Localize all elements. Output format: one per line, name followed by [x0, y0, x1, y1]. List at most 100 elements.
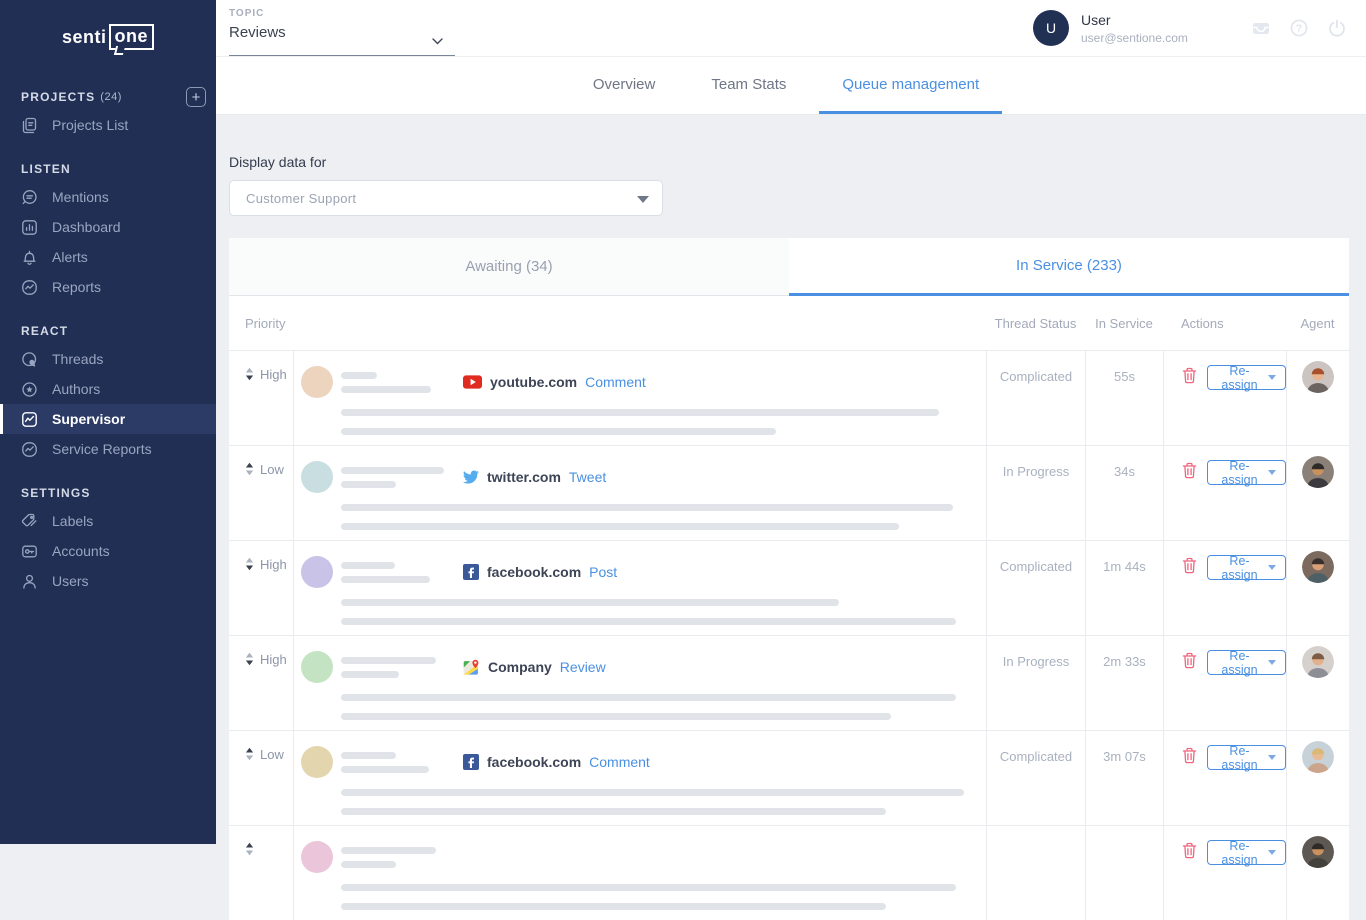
sidebar-item-label: Mentions: [52, 189, 109, 205]
redacted-name-placeholder: [341, 562, 463, 583]
sidebar-item-alerts[interactable]: Alerts: [0, 242, 216, 272]
column-actions: Actions: [1163, 316, 1286, 331]
customer-avatar: [301, 746, 333, 778]
table-row: Low twitter.com Tweet In Progress 34s Re…: [229, 445, 1349, 540]
delete-button[interactable]: [1182, 365, 1197, 387]
youtube-icon: [463, 375, 482, 389]
user-name: User: [1081, 10, 1188, 28]
thread-status: Complicated: [986, 351, 1085, 445]
tab-awaiting[interactable]: Awaiting (34): [229, 238, 789, 296]
chevron-down-icon: [432, 38, 443, 45]
agent-avatar[interactable]: [1302, 646, 1334, 678]
help-icon[interactable]: ?: [1289, 18, 1309, 43]
customer-avatar: [301, 651, 333, 683]
topic-label: TOPIC: [229, 8, 455, 19]
source-type-link[interactable]: Comment: [589, 754, 650, 770]
tab-queue-management[interactable]: Queue management: [819, 57, 1002, 114]
maps-icon: [463, 659, 480, 676]
priority-arrows-icon[interactable]: [245, 556, 254, 572]
thread-status: In Progress: [986, 446, 1085, 540]
sidebar-item-supervisor[interactable]: Supervisor: [0, 404, 216, 434]
inbox-icon[interactable]: [1251, 18, 1271, 43]
topbar: TOPIC Reviews U User user@sentione.com ?: [216, 0, 1366, 57]
tab-in-service[interactable]: In Service (233): [789, 238, 1349, 296]
power-icon[interactable]: [1327, 18, 1347, 43]
source-site: twitter.com: [487, 469, 561, 485]
svg-text:?: ?: [1296, 23, 1302, 35]
source-type-link[interactable]: Tweet: [569, 469, 606, 485]
threads-icon: [21, 351, 38, 368]
queue-rows: High youtube.com Comment Complicated 55s…: [229, 350, 1349, 920]
sidebar-item-mentions[interactable]: Mentions: [0, 182, 216, 212]
customer-avatar: [301, 556, 333, 588]
sidebar-item-label: Projects List: [52, 117, 128, 133]
sidebar-item-labels[interactable]: Labels: [0, 506, 216, 536]
priority-arrows-icon[interactable]: [245, 746, 254, 762]
reassign-button[interactable]: Re-assign: [1207, 460, 1286, 485]
agent-avatar[interactable]: [1302, 551, 1334, 583]
tab-team-stats[interactable]: Team Stats: [688, 57, 809, 114]
delete-button[interactable]: [1182, 745, 1197, 767]
sidebar-item-label: Users: [52, 573, 89, 589]
service-reports-icon: [21, 441, 38, 458]
sidebar-item-authors[interactable]: Authors: [0, 374, 216, 404]
tab-overview[interactable]: Overview: [570, 57, 679, 114]
reassign-button[interactable]: Re-assign: [1207, 650, 1286, 675]
sidebar-item-label: Alerts: [52, 249, 88, 265]
projects-header: PROJECTS (24) +: [0, 84, 216, 110]
add-project-button[interactable]: +: [186, 87, 206, 107]
table-row: High Company Review In Progress 2m 33s R…: [229, 635, 1349, 730]
page-tabs: Overview Team Stats Queue management: [216, 57, 1366, 115]
dashboard-icon: [21, 219, 38, 236]
source-type-link[interactable]: Comment: [585, 374, 646, 390]
priority-arrows-icon[interactable]: [245, 461, 254, 477]
source-site: youtube.com: [490, 374, 577, 390]
agent-avatar[interactable]: [1302, 456, 1334, 488]
caret-down-icon: [1268, 660, 1276, 665]
users-icon: [21, 573, 38, 590]
delete-button[interactable]: [1182, 460, 1197, 482]
accounts-icon: [21, 543, 38, 560]
topic-value: Reviews: [229, 24, 455, 41]
source-site: facebook.com: [487, 564, 581, 580]
redacted-name-placeholder: [341, 467, 463, 488]
reassign-button[interactable]: Re-assign: [1207, 745, 1286, 770]
agent-avatar[interactable]: [1302, 741, 1334, 773]
delete-button[interactable]: [1182, 840, 1197, 862]
sentione-logo: sentione: [0, 0, 216, 68]
reassign-button[interactable]: Re-assign: [1207, 365, 1286, 390]
user-menu[interactable]: U User user@sentione.com: [1033, 10, 1188, 46]
agent-avatar[interactable]: [1302, 361, 1334, 393]
customer-avatar: [301, 366, 333, 398]
sidebar-item-label: Service Reports: [52, 441, 152, 457]
thread-status: Complicated: [986, 541, 1085, 635]
priority-arrows-icon[interactable]: [245, 651, 254, 667]
priority-arrows-icon[interactable]: [245, 841, 254, 857]
react-header: REACT: [0, 318, 216, 344]
redacted-name-placeholder: [341, 752, 463, 773]
projects-list-icon: [21, 117, 38, 134]
source-type-link[interactable]: Review: [560, 659, 606, 675]
topic-select[interactable]: TOPIC Reviews: [229, 8, 455, 56]
team-select[interactable]: Customer Support: [229, 180, 663, 216]
sidebar-item-users[interactable]: Users: [0, 566, 216, 596]
reassign-button[interactable]: Re-assign: [1207, 555, 1286, 580]
table-row: High youtube.com Comment Complicated 55s…: [229, 350, 1349, 445]
delete-button[interactable]: [1182, 555, 1197, 577]
source-type-link[interactable]: Post: [589, 564, 617, 580]
agent-avatar[interactable]: [1302, 836, 1334, 868]
sidebar-item-dashboard[interactable]: Dashboard: [0, 212, 216, 242]
sidebar-item-reports[interactable]: Reports: [0, 272, 216, 302]
sidebar-item-projects-list[interactable]: Projects List: [0, 110, 216, 140]
source-site: Company: [488, 659, 552, 675]
redacted-message-placeholder: [341, 504, 986, 530]
sidebar-item-label: Reports: [52, 279, 101, 295]
table-row: Re-assign: [229, 825, 1349, 920]
delete-button[interactable]: [1182, 650, 1197, 672]
customer-avatar: [301, 461, 333, 493]
sidebar-item-service-reports[interactable]: Service Reports: [0, 434, 216, 464]
source-site: facebook.com: [487, 754, 581, 770]
priority-arrows-icon[interactable]: [245, 366, 254, 382]
sidebar-item-threads[interactable]: Threads: [0, 344, 216, 374]
sidebar-item-accounts[interactable]: Accounts: [0, 536, 216, 566]
